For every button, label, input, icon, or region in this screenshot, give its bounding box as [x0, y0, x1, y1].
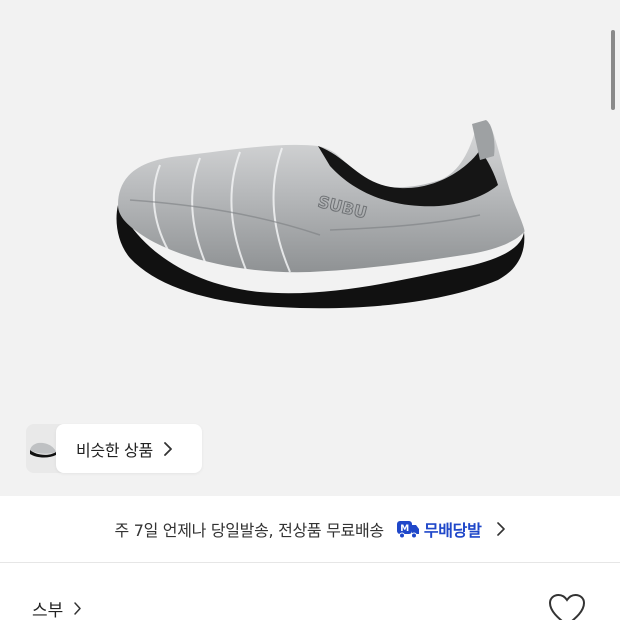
scrollbar[interactable]: [611, 30, 615, 110]
delivery-text: 주 7일 언제나 당일발송, 전상품 무료배송: [114, 521, 384, 540]
truck-m-icon: M: [396, 521, 419, 539]
product-image-area: SUBU 비슷한 상품: [0, 0, 620, 496]
delivery-banner[interactable]: 주 7일 언제나 당일발송, 전상품 무료배송 M 무배당발: [0, 506, 620, 552]
similar-products-button[interactable]: 비슷한 상품: [56, 424, 202, 473]
heart-icon[interactable]: [548, 593, 586, 620]
chevron-right-icon: [496, 522, 505, 536]
product-image[interactable]: SUBU: [0, 0, 620, 420]
brand-name: 스부: [32, 601, 64, 620]
brand-link[interactable]: 스부: [32, 596, 82, 620]
divider: [0, 562, 620, 563]
chevron-right-icon: [74, 602, 82, 615]
delivery-badge-label: 무배당발: [423, 521, 482, 540]
similar-products[interactable]: 비슷한 상품: [26, 424, 202, 473]
similar-products-label: 비슷한 상품: [76, 440, 153, 460]
svg-text:M: M: [400, 524, 409, 534]
chevron-right-icon: [163, 441, 172, 456]
